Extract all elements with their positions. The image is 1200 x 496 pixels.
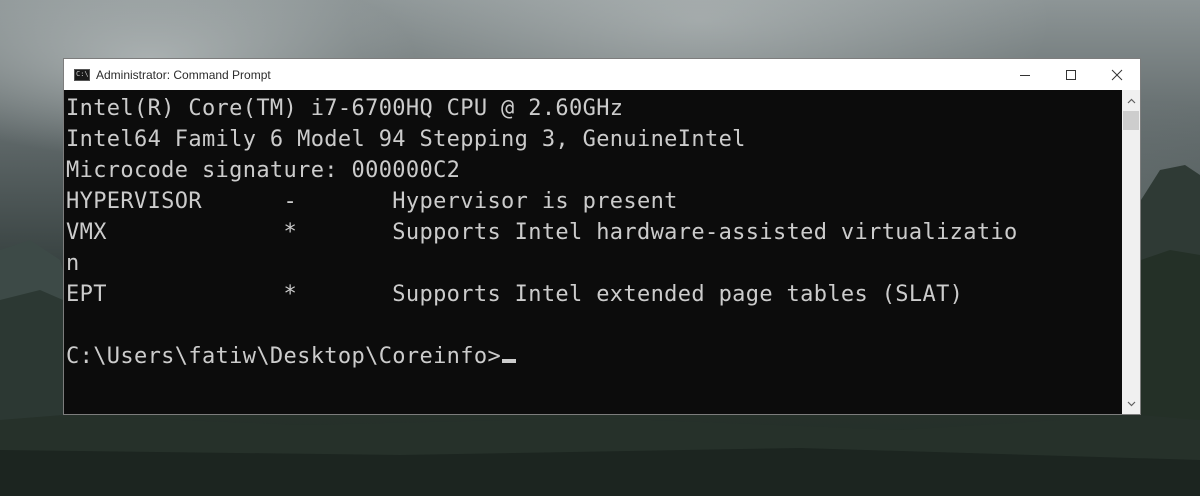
console-prompt-line[interactable]: C:\Users\fatiw\Desktop\Coreinfo> [66, 341, 517, 372]
command-prompt-path: C:\Users\fatiw\Desktop\Coreinfo> [66, 344, 502, 369]
command-prompt-icon: C:\ [74, 68, 90, 81]
command-prompt-window[interactable]: C:\ Administrator: Command Prompt Intel(… [63, 58, 1141, 415]
console-line-vmx-wrap: n [66, 251, 80, 276]
console-line-hypervisor: HYPERVISOR - Hypervisor is present [66, 189, 678, 214]
scroll-thumb[interactable] [1123, 111, 1139, 130]
close-icon [1111, 69, 1123, 80]
close-button[interactable] [1094, 59, 1140, 90]
minimize-icon [1020, 74, 1030, 76]
text-cursor [502, 359, 517, 363]
scroll-down-button[interactable] [1122, 395, 1140, 412]
console-line-microcode: Microcode signature: 000000C2 [66, 158, 461, 183]
console-line-ept: EPT * Supports Intel extended page table… [66, 282, 964, 307]
vertical-scrollbar[interactable] [1122, 90, 1140, 414]
console-line-cpu-family: Intel64 Family 6 Model 94 Stepping 3, Ge… [66, 127, 746, 152]
scroll-up-button[interactable] [1122, 92, 1140, 109]
scroll-down-arrow-icon [1127, 401, 1135, 406]
icon-label: C:\ [76, 70, 89, 78]
maximize-icon [1066, 69, 1076, 80]
title-bar[interactable]: C:\ Administrator: Command Prompt [64, 59, 1140, 90]
scroll-up-arrow-icon [1127, 98, 1135, 103]
console-line-cpu-name: Intel(R) Core(TM) i7-6700HQ CPU @ 2.60GH… [66, 96, 624, 121]
maximize-button[interactable] [1048, 59, 1094, 90]
minimize-button[interactable] [1002, 59, 1048, 90]
console-line-vmx: VMX * Supports Intel hardware-assisted v… [66, 220, 1018, 245]
window-controls [1002, 59, 1140, 90]
window-title: Administrator: Command Prompt [96, 67, 271, 82]
console-output[interactable]: Intel(R) Core(TM) i7-6700HQ CPU @ 2.60GH… [64, 90, 1122, 414]
